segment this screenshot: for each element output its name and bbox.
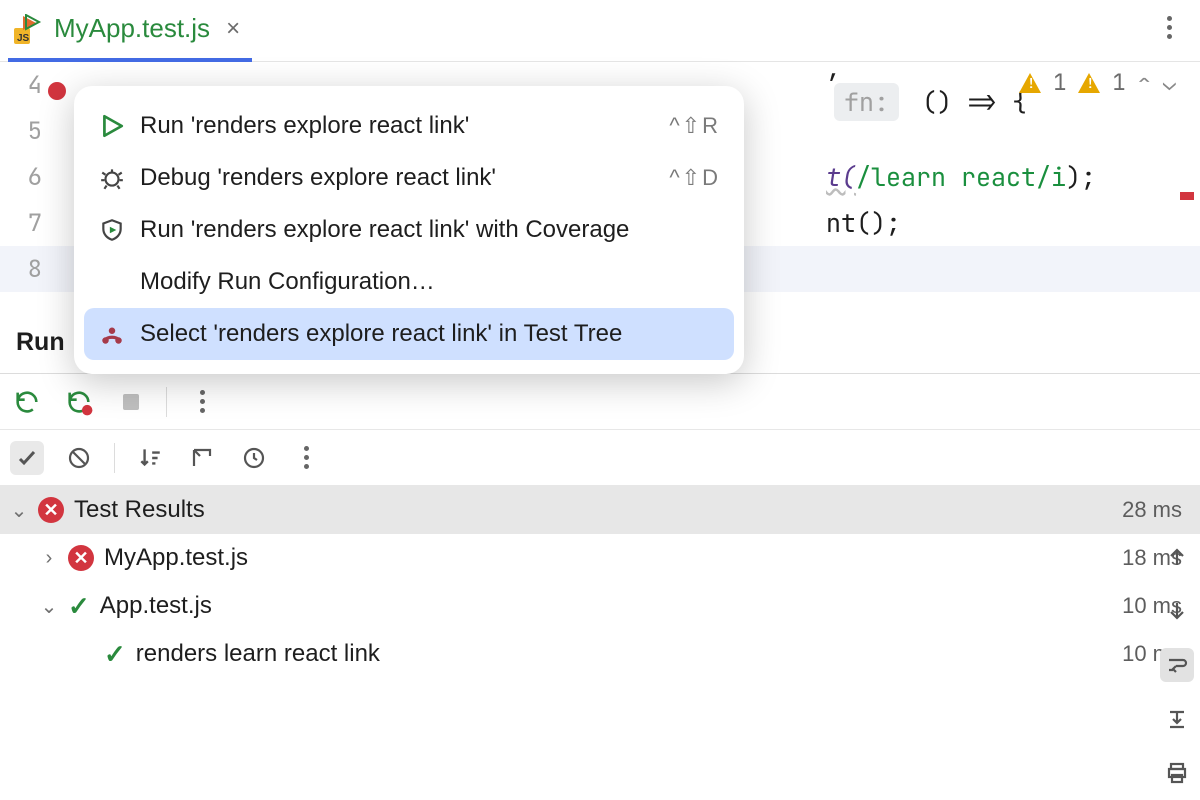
close-tab-icon[interactable]: × [226, 15, 240, 43]
error-stripe-marker[interactable] [1180, 192, 1194, 200]
gutter-line-number[interactable]: 5 [0, 116, 56, 147]
scroll-down-button[interactable] [1160, 594, 1194, 628]
import-tests-button[interactable] [185, 441, 219, 475]
toolbar-separator [166, 387, 167, 417]
ctx-coverage-label: Run 'renders explore react link' with Co… [140, 216, 629, 244]
test-tree-file-2-label: App.test.js [100, 592, 212, 620]
sort-button[interactable] [133, 441, 167, 475]
warning-icon [1078, 73, 1100, 93]
output-side-strip [1154, 540, 1200, 790]
test-tree-icon [98, 320, 126, 348]
chevron-right-icon[interactable]: › [40, 547, 58, 570]
test-tree-case-1-label: renders learn react link [136, 640, 380, 668]
run-icon [98, 112, 126, 140]
ctx-debug-shortcut: ^⇧D [669, 165, 720, 191]
ctx-debug[interactable]: Debug 'renders explore react link' ^⇧D [84, 152, 734, 204]
stop-button[interactable] [114, 385, 148, 419]
chevron-down-icon[interactable]: ⌄ [1163, 68, 1176, 97]
ctx-select-in-tree[interactable]: Select 'renders explore react link' in T… [84, 308, 734, 360]
warning-count-1: 1 [1053, 68, 1066, 97]
ctx-coverage[interactable]: Run 'renders explore react link' with Co… [84, 204, 734, 256]
warning-count-2: 1 [1112, 68, 1125, 97]
gutter-line-number[interactable]: 8 [0, 254, 56, 285]
gutter-line-number[interactable]: 4 [0, 70, 56, 101]
show-passed-toggle[interactable] [10, 441, 44, 475]
history-button[interactable] [237, 441, 271, 475]
svg-text:JS: JS [17, 33, 30, 44]
editor-tab-filename: MyApp.test.js [54, 13, 210, 44]
run-context-menu: Run 'renders explore react link' ^⇧R Deb… [74, 86, 744, 374]
editor-tab-bar: JS MyApp.test.js × [0, 0, 1200, 62]
parameter-hint: fn: [834, 83, 899, 121]
editor-tab-active[interactable]: JS MyApp.test.js × [8, 0, 252, 62]
shield-run-icon [98, 216, 126, 244]
run-tool-window: ⌄ ✕ Test Results 28 ms › ✕ MyApp.test.js… [0, 373, 1200, 678]
chevron-up-icon[interactable]: ⌃ [1138, 68, 1151, 97]
bug-icon [98, 164, 126, 192]
soft-wrap-toggle[interactable] [1160, 648, 1194, 682]
inspection-widget[interactable]: 1 1 ⌃ ⌄ [1019, 68, 1176, 97]
test-tree-case-1[interactable]: ✓ renders learn react link 10 ms [0, 630, 1200, 678]
js-test-file-icon: JS [14, 14, 44, 44]
filter-toolbar-more[interactable] [289, 441, 323, 475]
test-tree-root[interactable]: ⌄ ✕ Test Results 28 ms [0, 486, 1200, 534]
show-ignored-toggle[interactable] [62, 441, 96, 475]
print-button[interactable] [1160, 756, 1194, 790]
warning-icon [1019, 73, 1041, 93]
run-toolbar-more[interactable] [185, 385, 219, 419]
status-pass-icon: ✓ [68, 591, 90, 622]
chevron-down-icon[interactable]: ⌄ [40, 594, 58, 619]
run-toolbar [0, 374, 1200, 430]
ctx-modify-config[interactable]: Modify Run Configuration… [84, 256, 734, 308]
test-filter-toolbar [0, 430, 1200, 486]
ctx-select-in-tree-label: Select 'renders explore react link' in T… [140, 320, 622, 348]
chevron-down-icon[interactable]: ⌄ [10, 498, 28, 523]
toolbar-separator [114, 443, 115, 473]
rerun-failed-button[interactable] [62, 385, 96, 419]
ctx-run[interactable]: Run 'renders explore react link' ^⇧R [84, 100, 734, 152]
test-tree-root-time: 28 ms [1122, 497, 1190, 523]
blank-icon [98, 268, 126, 296]
status-pass-icon: ✓ [104, 639, 126, 670]
gutter-line-number[interactable]: 6 [0, 162, 56, 193]
test-tree-file-2[interactable]: ⌄ ✓ App.test.js 10 ms [0, 582, 1200, 630]
test-tree[interactable]: ⌄ ✕ Test Results 28 ms › ✕ MyApp.test.js… [0, 486, 1200, 678]
gutter-line-number[interactable]: 7 [0, 208, 56, 239]
test-tree-root-label: Test Results [74, 496, 205, 524]
ctx-modify-config-label: Modify Run Configuration… [140, 268, 435, 296]
test-tree-file-1[interactable]: › ✕ MyApp.test.js 18 ms [0, 534, 1200, 582]
status-fail-icon: ✕ [38, 497, 64, 523]
status-fail-icon: ✕ [68, 545, 94, 571]
scroll-to-end-button[interactable] [1160, 702, 1194, 736]
tab-bar-more-button[interactable] [1167, 16, 1172, 39]
test-tree-file-1-label: MyApp.test.js [104, 544, 248, 572]
ctx-run-shortcut: ^⇧R [669, 113, 720, 139]
ctx-run-label: Run 'renders explore react link' [140, 112, 469, 140]
ctx-debug-label: Debug 'renders explore react link' [140, 164, 496, 192]
scroll-up-button[interactable] [1160, 540, 1194, 574]
rerun-button[interactable] [10, 385, 44, 419]
